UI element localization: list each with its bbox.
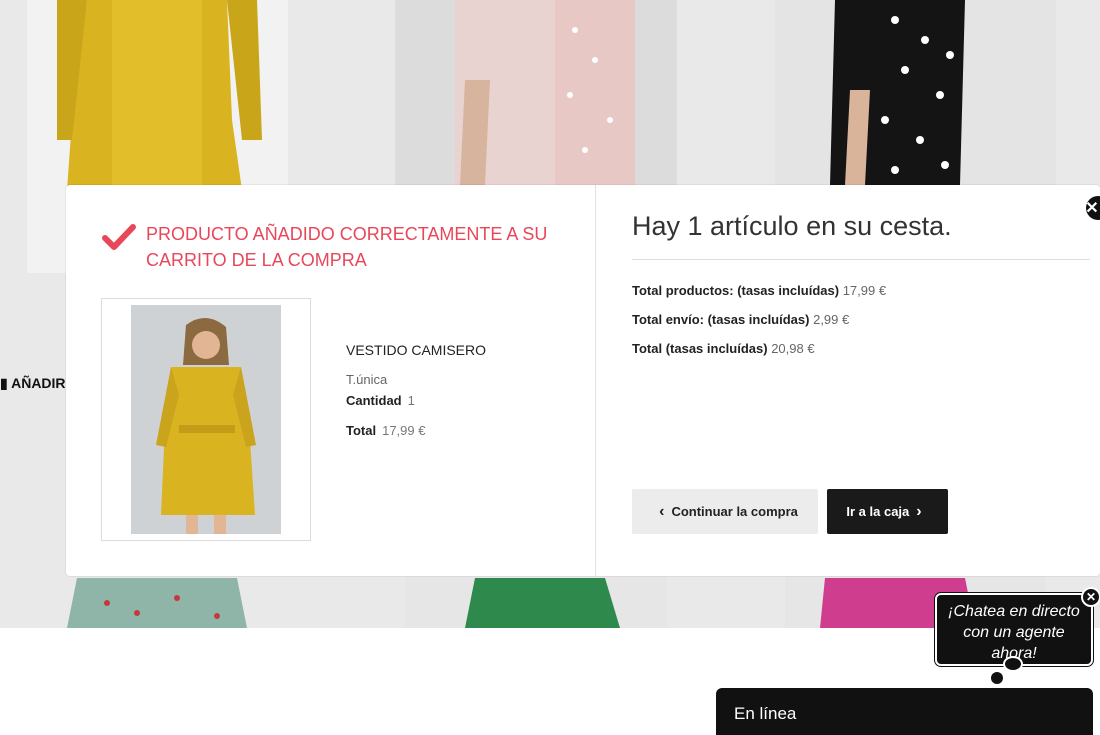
success-text: PRODUCTO AÑADIDO CORRECTAMENTE A SU CARR… [146, 224, 548, 270]
close-modal-button[interactable]: ✕ [1085, 196, 1100, 220]
cart-summary-panel: Hay 1 artículo en su cesta. Total produc… [596, 185, 1100, 576]
product-variant: T.única [346, 372, 388, 387]
product-name: VESTIDO CAMISERO [346, 342, 487, 358]
cart-confirmation-modal: PRODUCTO AÑADIDO CORRECTAMENTE A SU CARR… [66, 185, 1100, 576]
chat-bubble-close-button[interactable]: ✕ [1081, 587, 1100, 607]
chevron-right-icon: › [916, 502, 922, 520]
cart-totals: Total productos: (tasas incluídas) 17,99… [632, 283, 886, 370]
total-products-label: Total productos: (tasas incluídas) [632, 283, 840, 298]
chat-invite-text: ¡Chatea en directo con un agente ahora! [948, 603, 1080, 662]
product-details: VESTIDO CAMISERO T.única Cantidad 1 Total… [346, 342, 486, 453]
continue-shopping-button[interactable]: ‹ Continuar la compra [632, 489, 818, 534]
total-shipping-label: Total envío: (tasas incluídas) [632, 312, 810, 327]
divider [632, 259, 1090, 260]
grand-total-value: 20,98 € [771, 341, 815, 356]
product-image [101, 298, 311, 541]
success-message: PRODUCTO AÑADIDO CORRECTAMENTE A SU CARR… [102, 221, 566, 273]
total-products-value: 17,99 € [842, 283, 887, 298]
close-icon: ✕ [1085, 200, 1099, 217]
close-icon: ✕ [1085, 590, 1097, 604]
checkout-label: Ir a la caja [846, 504, 910, 519]
cart-icon: ▮ [0, 375, 8, 391]
chat-status-text: En línea [734, 704, 797, 723]
add-to-cart-label[interactable]: ▮ AÑADIR [0, 375, 66, 392]
continue-shopping-label: Continuar la compra [671, 504, 798, 519]
quantity-row: Cantidad 1 [346, 393, 486, 408]
product-photo-icon [131, 305, 281, 534]
bubble-tail [1003, 656, 1023, 672]
product-total-row: Total 17,99 € [346, 423, 486, 438]
check-icon [102, 224, 136, 250]
cart-title: Hay 1 artículo en su cesta. [632, 211, 952, 241]
total-products-row: Total productos: (tasas incluídas) 17,99… [632, 283, 886, 298]
product-photo-pink-dress[interactable] [395, 0, 677, 185]
grand-total-row: Total (tasas incluídas) 20,98 € [632, 341, 886, 356]
product-photo-polka-dress[interactable] [775, 0, 1056, 185]
bubble-tail-dot [991, 672, 1003, 684]
quantity-label: Cantidad [346, 393, 402, 408]
total-shipping-value: 2,99 € [813, 312, 850, 327]
product-total-label: Total [346, 423, 377, 438]
grand-total-label: Total (tasas incluídas) [632, 341, 768, 356]
quantity-value: 1 [407, 393, 415, 408]
product-total-value: 17,99 € [382, 423, 426, 438]
chevron-left-icon: ‹ [659, 502, 665, 520]
total-shipping-row: Total envío: (tasas incluídas) 2,99 € [632, 312, 886, 327]
checkout-button[interactable]: Ir a la caja › [827, 489, 948, 534]
added-product-panel: PRODUCTO AÑADIDO CORRECTAMENTE A SU CARR… [66, 185, 596, 576]
chat-status-bar[interactable]: En línea [716, 688, 1093, 735]
